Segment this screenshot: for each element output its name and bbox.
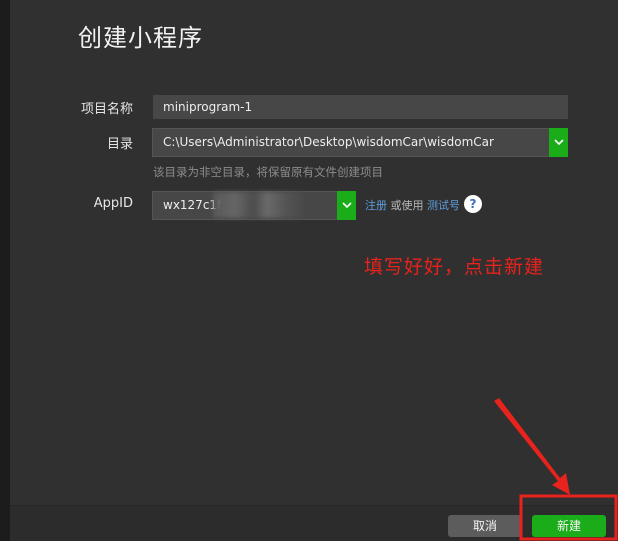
directory-label: 目录 [106,137,133,152]
directory-hint: 该目录为非空目录，将保留原有文件创建项目 [153,165,383,179]
appid-label: AppID [93,196,133,211]
dialog-footer [10,506,618,541]
test-account-link[interactable]: 测试号 [427,199,460,212]
create-miniprogram-dialog: 创建小程序 项目名称 miniprogram-1 目录 C:\Users\Adm… [0,0,618,541]
directory-select[interactable]: C:\Users\Administrator\Desktop\wisdomCar… [152,128,568,157]
appid-links: 注册 或使用 测试号 [365,197,460,213]
annotation-text: 填写好好，点击新建 [364,256,545,278]
chevron-down-icon [553,139,564,146]
directory-dropdown-button[interactable] [549,128,568,157]
directory-value: C:\Users\Administrator\Desktop\wisdomCar… [163,135,494,149]
register-link[interactable]: 注册 [365,199,387,212]
question-circle-icon[interactable]: ? [464,195,482,213]
or-use-text: 或使用 [390,199,424,212]
dialog-title: 创建小程序 [78,24,203,52]
project-name-label: 项目名称 [80,102,133,117]
redacted-appid-blur [213,192,303,218]
cancel-button[interactable]: 取消 [448,515,522,537]
project-name-input[interactable]: miniprogram-1 [153,95,568,119]
create-button[interactable]: 新建 [532,515,606,537]
appid-dropdown-button[interactable] [337,191,356,220]
side-strip [0,0,10,541]
red-arrow [494,398,570,495]
chevron-down-icon [341,202,352,209]
